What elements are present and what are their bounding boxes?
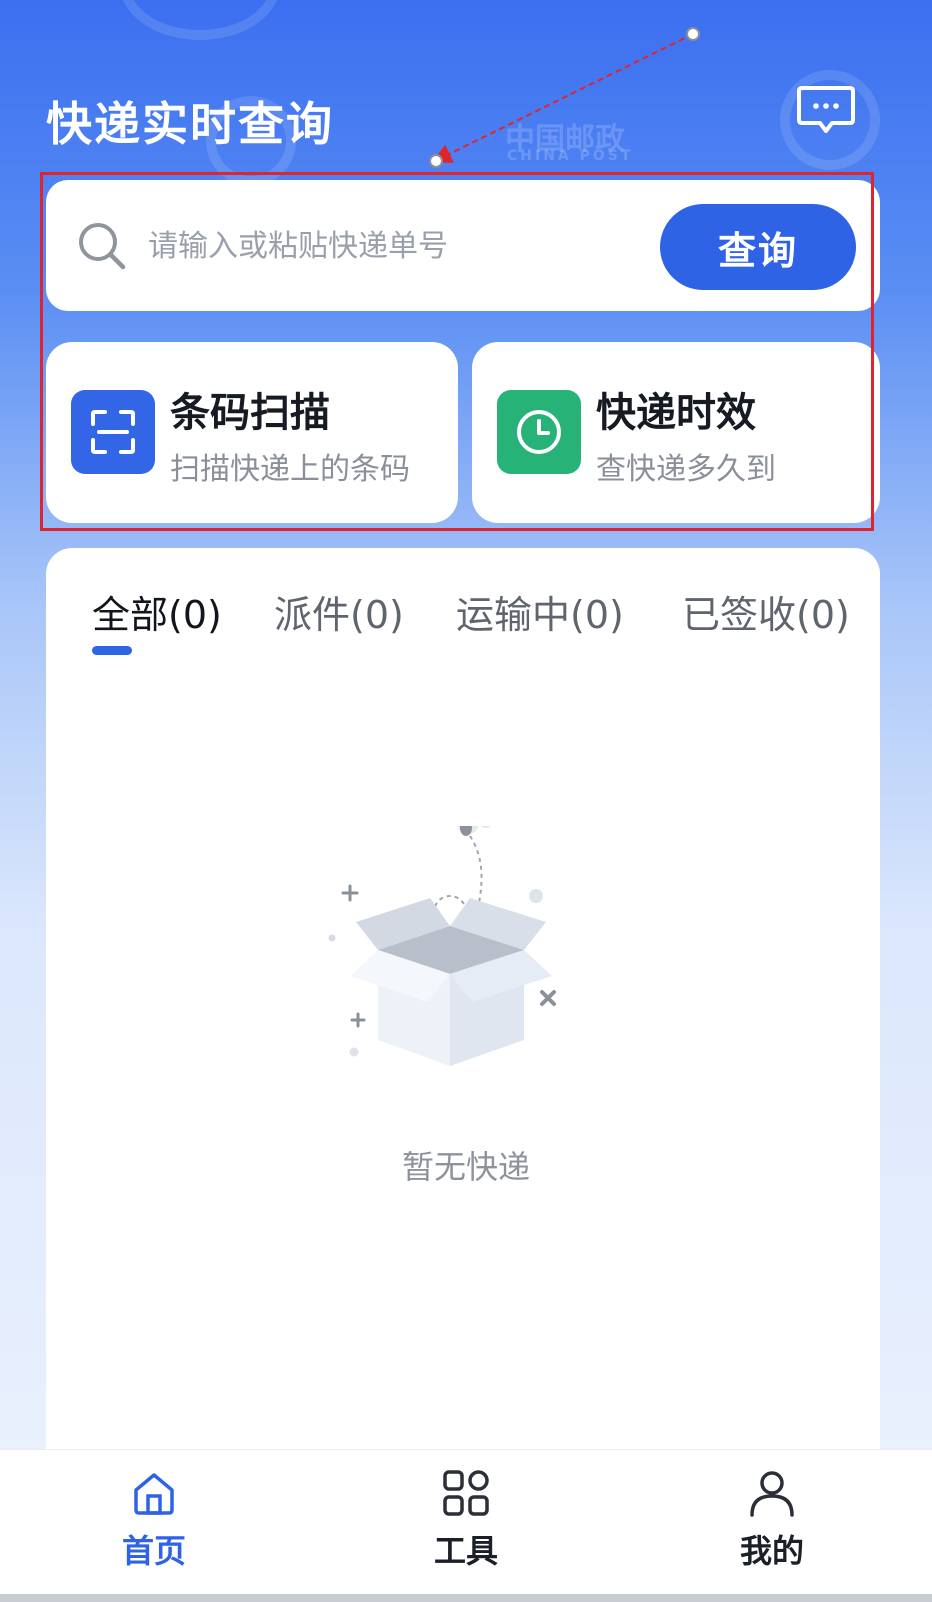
search-icon [79, 223, 126, 270]
active-tab-indicator [92, 646, 132, 655]
barcode-scan-subtitle: 扫描快递上的条码 [170, 452, 410, 487]
page-title: 快递实时查询 [46, 97, 334, 151]
bottom-nav-bar: 首页 工具 我的 [0, 1449, 932, 1602]
bg-logo-china-post-en: CHINA POST [507, 148, 634, 164]
search-card: 查询 [46, 180, 880, 311]
delivery-time-subtitle: 查快递多久到 [596, 452, 776, 487]
tab-delivering[interactable]: 派件(0) [274, 584, 404, 639]
bg-logo-china-post: 中国邮政 [505, 122, 625, 157]
tracking-number-input[interactable] [146, 212, 690, 280]
nav-home-label: 首页 [121, 1532, 186, 1570]
bottom-strip [0, 1594, 932, 1602]
nav-mine[interactable]: 我的 [692, 1468, 852, 1588]
delivery-time-title: 快递时效 [596, 390, 756, 436]
status-tabs: 全部(0) 派件(0) 运输中(0) 已签收(0) [46, 584, 880, 664]
message-button[interactable] [796, 84, 856, 136]
tabs-fade-overlay [850, 584, 880, 664]
message-icon [797, 86, 855, 133]
query-button[interactable]: 查询 [660, 204, 856, 290]
barcode-scan-card[interactable]: 条码扫描 扫描快递上的条码 [46, 342, 458, 523]
tab-in-transit[interactable]: 运输中(0) [456, 584, 624, 639]
bg-logo-decoration [120, 0, 280, 40]
nav-tools[interactable]: 工具 [386, 1468, 546, 1588]
home-icon [134, 1473, 174, 1515]
clock-icon [497, 390, 581, 474]
empty-box-icon [328, 826, 556, 1066]
app-screen: 中国邮政 CHINA POST 快递实时查询 查询 [0, 0, 932, 1602]
tools-grid-icon [443, 1470, 489, 1516]
user-icon [750, 1471, 794, 1517]
nav-home[interactable]: 首页 [74, 1468, 234, 1588]
nav-mine-label: 我的 [739, 1532, 804, 1570]
nav-tools-label: 工具 [433, 1532, 498, 1570]
tab-all[interactable]: 全部(0) [92, 584, 222, 639]
scan-icon [71, 390, 155, 474]
barcode-scan-title: 条码扫描 [170, 390, 330, 436]
tab-signed[interactable]: 已签收(0) [682, 584, 850, 639]
delivery-time-card[interactable]: 快递时效 查快递多久到 [472, 342, 880, 523]
empty-state-text: 暂无快递 [401, 1148, 530, 1186]
